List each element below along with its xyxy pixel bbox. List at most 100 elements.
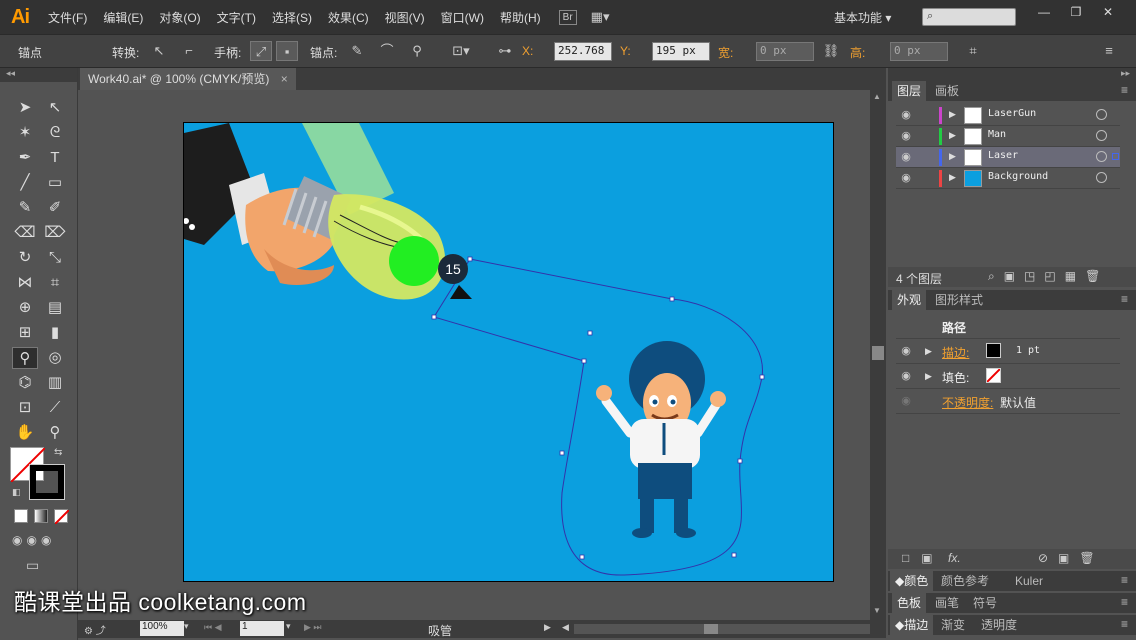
show-handles-icon[interactable]: ⤢ — [250, 41, 272, 61]
search-input[interactable]: ⌕ — [922, 8, 1016, 26]
screen-mode-icon[interactable]: ▭ — [26, 557, 39, 574]
appearance-add-icons[interactable]: □▣ — [902, 551, 945, 565]
line-tool-icon[interactable]: ╱ — [12, 172, 38, 194]
draw-modes-icon[interactable]: ◉◉◉ — [12, 533, 55, 547]
artboard[interactable]: 15 — [183, 122, 834, 582]
hide-handles-icon[interactable]: ▪ — [276, 41, 298, 61]
menu-file[interactable]: 文件(F) — [40, 9, 95, 26]
visibility-eye-icon[interactable]: ◉ — [899, 129, 913, 143]
document-tab[interactable]: Work40.ai* @ 100% (CMYK/预览) × — [80, 68, 296, 90]
tab-symbols[interactable]: 符号 — [968, 593, 1002, 613]
scroll-up-icon[interactable]: ▲ — [873, 92, 881, 101]
stroke-row[interactable]: ◉ ▶ 描边: 1 pt — [896, 339, 1120, 364]
swap-colors-icon[interactable]: ⇆ — [54, 447, 62, 458]
stroke-menu-icon[interactable]: ≡ — [1121, 617, 1128, 631]
isolate-icon[interactable]: ⊡▾ — [450, 41, 472, 61]
page-field[interactable]: 1 — [240, 621, 284, 636]
hand-tool-icon[interactable]: ✋ — [12, 422, 38, 444]
tab-graphic-styles[interactable]: 图形样式 — [930, 290, 988, 310]
document-tab-close-icon[interactable]: × — [281, 72, 288, 86]
default-colors-icon[interactable]: ◧ — [12, 487, 21, 498]
shape-builder-tool-icon[interactable]: ⊕ — [12, 297, 38, 319]
vertical-scrollbar[interactable]: ▲ ▼ — [870, 90, 886, 620]
menu-edit[interactable]: 编辑(E) — [95, 9, 151, 26]
control-menu-icon[interactable]: ≡ — [1098, 41, 1120, 61]
eraser-tool-icon[interactable]: ⌦ — [42, 222, 68, 244]
visibility-eye-icon[interactable]: ◉ — [899, 108, 913, 122]
visibility-eye-icon[interactable]: ◉ — [899, 344, 913, 358]
layer-row-laser[interactable]: ◉ ▶ Laser — [896, 147, 1120, 168]
menu-select[interactable]: 选择(S) — [264, 9, 320, 26]
visibility-eye-icon[interactable]: ◉ — [899, 369, 913, 383]
tab-color[interactable]: ◆颜色 — [890, 571, 934, 591]
cut-path-icon[interactable]: ⚲ — [406, 41, 428, 61]
menu-view[interactable]: 视图(V) — [377, 9, 433, 26]
target-circle-icon[interactable] — [1096, 151, 1107, 162]
selection-indicator[interactable] — [1112, 153, 1119, 160]
direct-selection-tool-icon[interactable]: ↖ — [42, 97, 68, 119]
target-circle-icon[interactable] — [1096, 172, 1107, 183]
blob-brush-tool-icon[interactable]: ⌫ — [12, 222, 38, 244]
zoom-tool-icon[interactable]: ⚲ — [42, 422, 68, 444]
y-field[interactable]: 195 px — [652, 42, 710, 61]
hscroll-left-icon[interactable]: ◀ — [562, 622, 569, 633]
scroll-thumb[interactable] — [872, 346, 884, 360]
stroke-color-swatch[interactable] — [986, 343, 1001, 358]
artboard-tool-icon[interactable]: ⊡ — [12, 397, 38, 419]
tab-color-guide[interactable]: 颜色参考 — [936, 571, 994, 591]
magic-wand-tool-icon[interactable]: ✶ — [12, 122, 38, 144]
slice-tool-icon[interactable]: ⟋ — [42, 397, 68, 419]
color-menu-icon[interactable]: ≡ — [1121, 573, 1128, 587]
hscroll-thumb[interactable] — [704, 624, 718, 634]
tab-brushes[interactable]: 画笔 — [930, 593, 964, 613]
expand-triangle-icon[interactable]: ▶ — [925, 371, 932, 382]
menu-window[interactable]: 窗口(W) — [433, 9, 492, 26]
appearance-delete-icons[interactable]: ⊘▣🗑 — [1038, 551, 1105, 565]
align-anchor-icon[interactable]: ⊶ — [494, 41, 516, 61]
fill-row[interactable]: ◉ ▶ 填色: — [896, 364, 1120, 389]
next-page-icon[interactable]: ▶ ⏭ — [304, 622, 322, 633]
status-menu-icon[interactable]: ▶ — [544, 622, 551, 633]
page-dropdown-icon[interactable]: ▾ — [286, 621, 291, 632]
visibility-eye-icon[interactable]: ◉ — [899, 150, 913, 164]
tab-swatches[interactable]: 色板 — [892, 593, 927, 613]
mesh-tool-icon[interactable]: ⊞ — [12, 322, 38, 344]
visibility-eye-icon[interactable]: ◉ — [899, 171, 913, 185]
width-field[interactable]: 0 px — [756, 42, 814, 61]
pencil-tool-icon[interactable]: ✐ — [42, 197, 68, 219]
free-transform-tool-icon[interactable]: ⌗ — [42, 272, 68, 294]
panels-collapse-icon[interactable]: ▸▸ — [888, 68, 1136, 82]
menu-help[interactable]: 帮助(H) — [492, 9, 549, 26]
menu-effect[interactable]: 效果(C) — [320, 9, 377, 26]
target-circle-icon[interactable] — [1096, 130, 1107, 141]
canvas-area[interactable]: 15 — [78, 90, 870, 620]
none-mode-icon[interactable] — [54, 509, 70, 525]
gradient-mode-icon[interactable] — [34, 509, 48, 523]
remove-anchor-icon[interactable]: ✎ — [346, 41, 368, 61]
menu-type[interactable]: 文字(T) — [209, 9, 264, 26]
transform-icon[interactable]: ⌗ — [962, 41, 984, 61]
tab-artboards[interactable]: 画板 — [930, 81, 964, 101]
connect-anchor-icon[interactable]: ⌒ — [376, 41, 398, 61]
zoom-field[interactable]: 100% — [140, 621, 184, 636]
gradient-tool-icon[interactable]: ▮ — [42, 322, 68, 344]
zoom-dropdown-icon[interactable]: ▾ — [184, 621, 189, 632]
first-page-icon[interactable]: ⏮ ◀ — [204, 622, 222, 633]
opacity-label[interactable]: 不透明度: — [942, 394, 993, 411]
convert-smooth-icon[interactable]: ⌐ — [178, 41, 200, 61]
target-circle-icon[interactable] — [1096, 109, 1107, 120]
symbol-sprayer-tool-icon[interactable]: ⌬ — [12, 372, 38, 394]
swatches-menu-icon[interactable]: ≡ — [1121, 595, 1128, 609]
width-tool-icon[interactable]: ⋈ — [12, 272, 38, 294]
constrain-proportions-icon[interactable]: ⛓ — [820, 41, 842, 61]
lasso-tool-icon[interactable]: ᘓ — [42, 122, 68, 144]
tab-stroke[interactable]: ◆描边 — [890, 615, 934, 635]
stroke-label[interactable]: 描边: — [942, 344, 969, 361]
stroke-weight[interactable]: 1 pt — [1016, 345, 1040, 356]
tab-kuler[interactable]: Kuler — [1010, 571, 1048, 591]
layer-actions-icons[interactable]: ⌕▣◳◰▦🗑 — [988, 269, 1109, 284]
eyedropper-tool-icon[interactable]: ⚲ — [12, 347, 38, 369]
expand-triangle-icon[interactable]: ▶ — [949, 172, 956, 183]
x-field[interactable]: 252.768 p — [554, 42, 612, 61]
scale-tool-icon[interactable]: ⤡ — [42, 247, 68, 269]
